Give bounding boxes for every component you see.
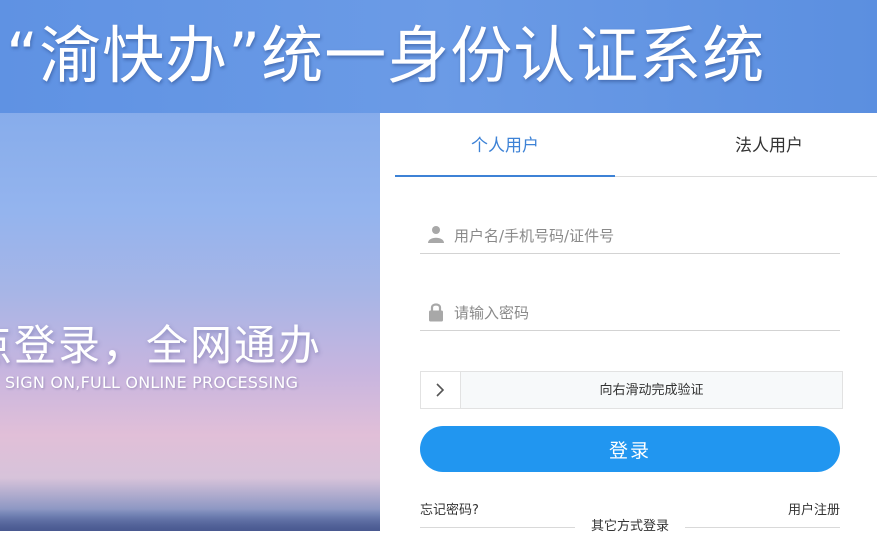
register-link[interactable]: 用户注册: [788, 499, 840, 518]
slogan-chinese: 点登录，全网通办: [0, 321, 323, 370]
other-login-label[interactable]: 其它方式登录: [580, 520, 680, 534]
login-button[interactable]: 登录: [420, 426, 840, 472]
forgot-password-link[interactable]: 忘记密码?: [420, 499, 479, 518]
lock-icon: [428, 302, 444, 322]
other-login-divider: 其它方式登录: [420, 520, 840, 534]
login-panel: 个人用户 法人用户 向右滑动完成验证 登录 忘记密码? 用户注册: [380, 113, 877, 534]
password-field: [420, 294, 840, 331]
slogan-english: SIGN ON,FULL ONLINE PROCESSING: [5, 373, 299, 392]
tab-legal-person-user[interactable]: 法人用户: [659, 113, 877, 176]
chevron-right-icon: [436, 383, 445, 397]
tab-personal-user[interactable]: 个人用户: [395, 113, 615, 177]
slide-verification: 向右滑动完成验证: [420, 371, 843, 409]
page-title: “渝快办”统一身份认证系统: [6, 19, 766, 92]
username-field: [420, 217, 840, 254]
user-icon: [428, 225, 444, 245]
divider-line-right: [685, 527, 840, 528]
header-bar: “渝快办”统一身份认证系统: [0, 0, 877, 113]
username-input[interactable]: [452, 221, 836, 251]
slider-handle[interactable]: [421, 372, 461, 408]
login-tabs: 个人用户 法人用户: [395, 113, 877, 177]
divider-line-left: [420, 527, 575, 528]
password-input[interactable]: [452, 298, 836, 328]
slider-instruction: 向右滑动完成验证: [599, 383, 704, 398]
